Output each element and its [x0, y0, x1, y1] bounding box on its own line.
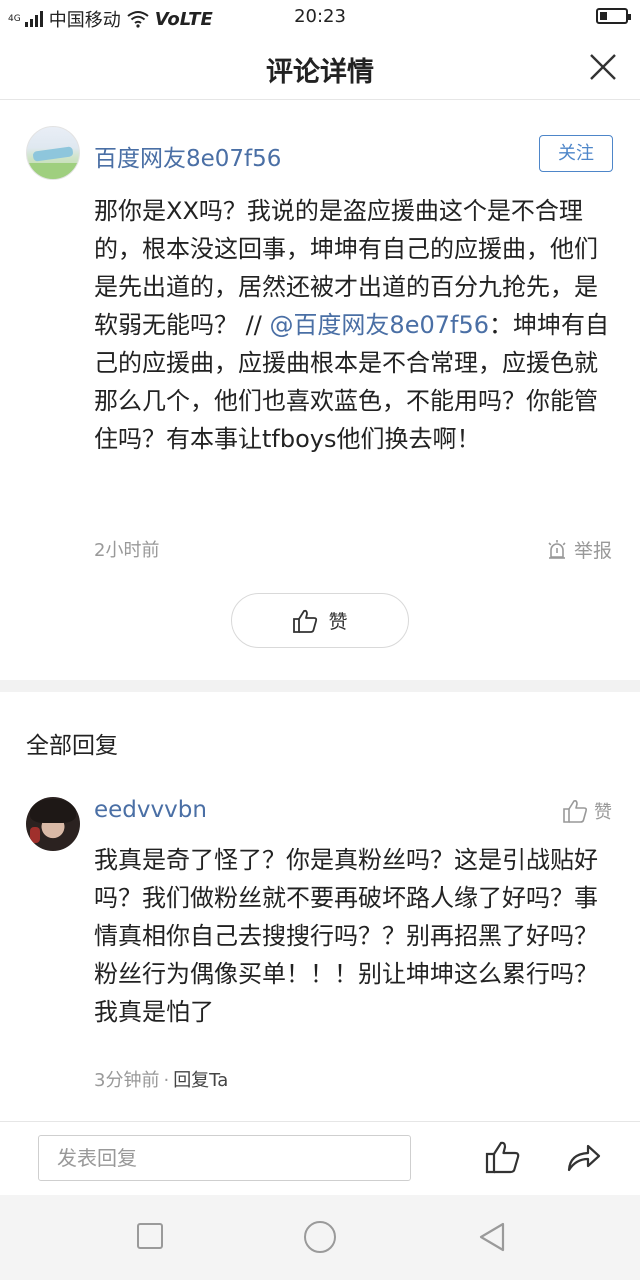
follow-button[interactable]: 关注 — [539, 135, 613, 172]
reply-like-label: 赞 — [594, 802, 612, 823]
thumbs-up-icon[interactable] — [484, 1139, 520, 1175]
section-divider — [0, 680, 640, 692]
reply-input-bar: 发表回复 — [0, 1121, 640, 1195]
battery-icon — [596, 8, 631, 24]
avatar[interactable] — [26, 126, 80, 180]
like-label: 赞 — [328, 611, 348, 633]
comment-username[interactable]: 百度网友8e07f56 — [94, 139, 281, 173]
thumbs-up-icon — [293, 609, 318, 633]
recent-apps-icon[interactable] — [137, 1223, 163, 1249]
close-icon[interactable] — [588, 52, 618, 82]
reply-avatar[interactable] — [26, 797, 80, 851]
home-icon[interactable] — [304, 1221, 336, 1253]
share-icon[interactable] — [564, 1139, 602, 1175]
comment-time: 2小时前 — [94, 540, 160, 561]
thumbs-up-icon — [563, 800, 588, 823]
like-button[interactable]: 赞 — [231, 593, 409, 648]
title-bar: 评论详情 — [0, 34, 640, 100]
reply-input[interactable]: 发表回复 — [38, 1135, 411, 1181]
status-time: 20:23 — [294, 6, 346, 27]
reply-username[interactable]: eedvvvbn — [94, 797, 207, 823]
report-button[interactable]: 举报 — [546, 536, 612, 563]
reply-like-button[interactable]: 赞 — [562, 798, 612, 824]
reply-meta: 3分钟前 · 回复Ta — [94, 1066, 228, 1092]
reply-text: 我真是奇了怪了？你是真粉丝吗？这是引战贴好吗？我们做粉丝就不要再破坏路人缘了好吗… — [94, 846, 598, 1026]
mention-link[interactable]: @百度网友8e07f56 — [269, 311, 489, 339]
back-icon[interactable] — [477, 1221, 507, 1253]
alarm-icon — [548, 539, 566, 559]
battery-fill — [600, 12, 608, 20]
status-bar: 4G 中国移动 VoLTE 20:23 — [0, 0, 640, 34]
meta-separator: · — [163, 1070, 170, 1091]
reply-to-button[interactable]: 回复Ta — [173, 1070, 228, 1091]
page-title: 评论详情 — [266, 57, 374, 88]
comment-text: 那你是XX吗？我说的是盗应援曲这个是不合理的，根本没这回事，坤坤有自己的应援曲，… — [94, 192, 616, 458]
system-nav-bar — [0, 1195, 640, 1280]
all-replies-title: 全部回复 — [26, 733, 118, 759]
report-label: 举报 — [573, 540, 612, 562]
reply-time: 3分钟前 — [94, 1070, 160, 1091]
